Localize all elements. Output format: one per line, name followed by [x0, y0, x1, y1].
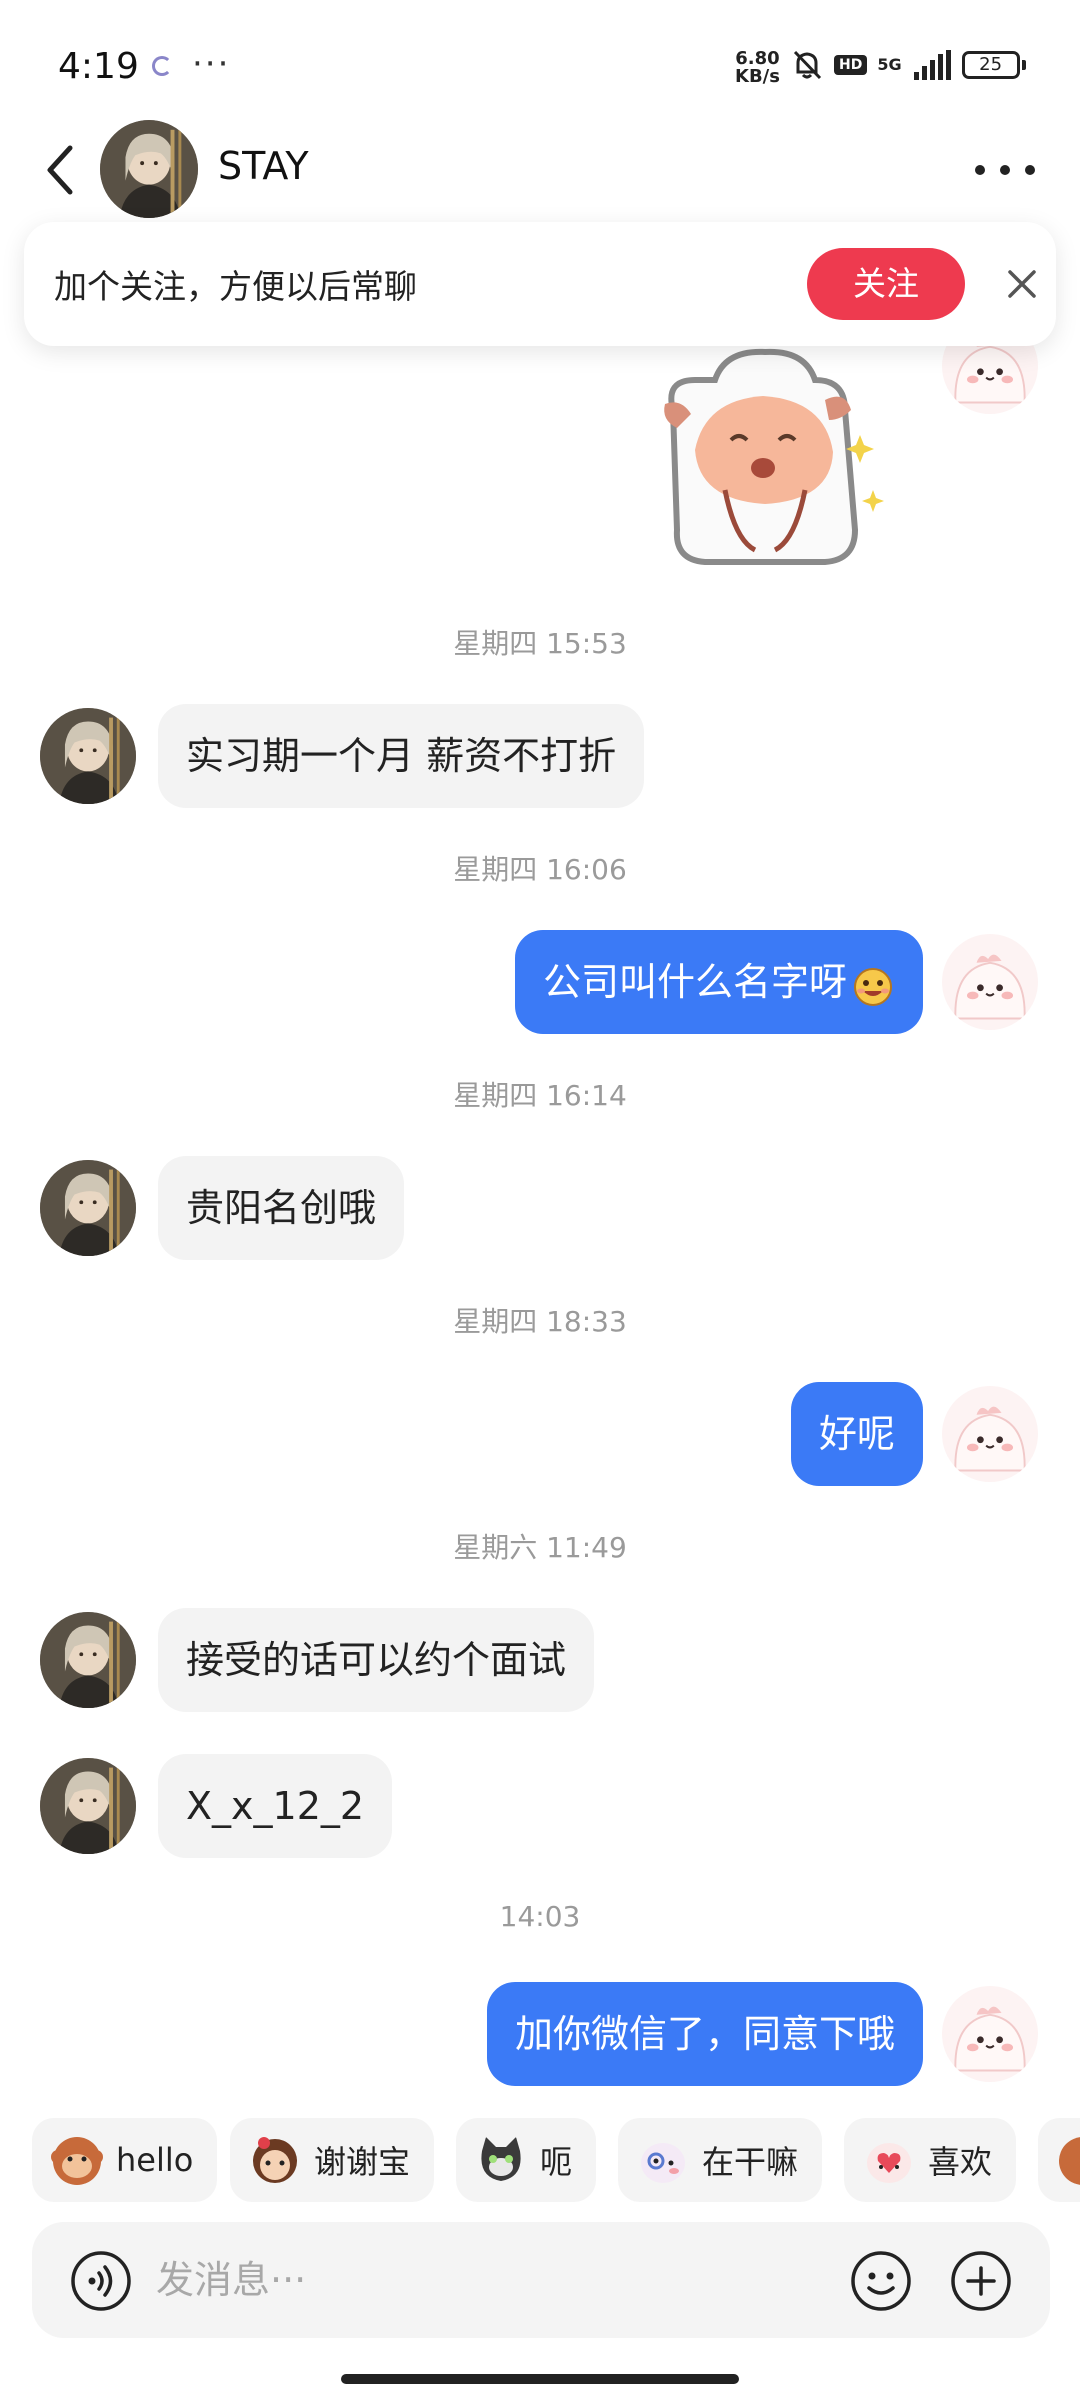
more-dot	[975, 165, 985, 175]
timestamp: 星期四 16:06	[453, 853, 627, 886]
follow-button[interactable]: 关注	[807, 248, 965, 320]
quick-reply-chip[interactable]: 在干嘛	[618, 2118, 823, 2202]
signal-icon	[913, 50, 951, 80]
monkey-sticker-icon	[51, 2137, 103, 2185]
sticker-message[interactable]	[655, 340, 905, 570]
peek-sticker-icon	[641, 2143, 685, 2183]
quick-reply-chip[interactable]: 呃	[456, 2118, 597, 2202]
battery-icon: 25	[961, 51, 1026, 79]
timestamp: 星期六 11:49	[453, 1531, 627, 1564]
outgoing-message[interactable]: 公司叫什么名字呀	[514, 930, 923, 1034]
more-notifications-icon: ···	[192, 44, 231, 84]
my-avatar[interactable]	[942, 1986, 1038, 2082]
contact-avatar[interactable]	[40, 1758, 136, 1854]
incoming-message[interactable]: 实习期一个月 薪资不打折	[158, 704, 645, 808]
incoming-message[interactable]: 接受的话可以约个面试	[158, 1608, 595, 1712]
voice-icon[interactable]	[70, 2250, 132, 2312]
message-input-bar	[32, 2222, 1050, 2338]
timestamp: 星期四 15:53	[453, 627, 627, 660]
chat-header: STAY	[0, 120, 1080, 220]
my-avatar[interactable]	[942, 934, 1038, 1030]
quick-reply-label: 谢谢宝	[314, 2143, 411, 2181]
quick-reply-chip[interactable]	[1038, 2118, 1080, 2202]
quick-reply-label: 在干嘛	[702, 2143, 799, 2181]
contact-avatar[interactable]	[40, 1612, 136, 1708]
status-icons: HD 5G 25	[790, 48, 1026, 82]
quick-reply-chip[interactable]: 喜欢	[844, 2118, 1017, 2202]
outgoing-message[interactable]: 好呢	[790, 1382, 923, 1486]
grin-emoji-icon	[854, 967, 892, 1006]
back-arrow-icon[interactable]	[40, 140, 80, 200]
message-input[interactable]	[156, 2250, 756, 2310]
hd-badge: HD	[834, 55, 868, 75]
message-text: 公司叫什么名字呀	[542, 960, 847, 1004]
timestamp: 14:03	[499, 1900, 581, 1933]
more-dot	[1025, 165, 1035, 175]
plus-icon[interactable]	[950, 2250, 1012, 2312]
more-dot	[1000, 165, 1010, 175]
bell-muted-icon	[793, 50, 822, 80]
network-type: 5G	[877, 55, 902, 74]
quick-reply-label: hello	[116, 2141, 194, 2179]
status-bar: 4:19 ··· 6.80 KB/s HD 5G 25	[0, 0, 1080, 130]
contact-avatar[interactable]	[40, 1160, 136, 1256]
incoming-message[interactable]: X_x_12_2	[158, 1754, 393, 1858]
net-speed: 6.80 KB/s	[735, 50, 780, 86]
battery-tip	[1021, 60, 1026, 70]
contact-name[interactable]: STAY	[218, 144, 309, 188]
emoji-icon[interactable]	[850, 2250, 912, 2312]
contact-avatar[interactable]	[100, 120, 198, 218]
my-avatar[interactable]	[942, 1386, 1038, 1482]
contact-avatar[interactable]	[40, 708, 136, 804]
battery-level: 25	[961, 51, 1020, 79]
home-indicator[interactable]	[341, 2374, 739, 2384]
follow-prompt: 加个关注，方便以后常聊	[54, 267, 417, 306]
girl-sticker-icon	[253, 2137, 297, 2183]
quick-reply-chip[interactable]: 谢谢宝	[230, 2118, 435, 2202]
moon-icon	[152, 56, 172, 76]
timestamp: 星期四 16:14	[453, 1079, 627, 1112]
net-speed-unit: KB/s	[735, 66, 780, 87]
cat-sticker-icon	[481, 2137, 521, 2181]
quick-reply-chip[interactable]: hello	[32, 2118, 218, 2202]
close-icon[interactable]	[1000, 262, 1044, 306]
status-time: 4:19	[58, 46, 139, 87]
quick-reply-label: 喜欢	[928, 2143, 993, 2181]
follow-banner: 加个关注，方便以后常聊 关注	[24, 222, 1056, 346]
heart-sticker-icon	[867, 2143, 911, 2183]
quick-reply-bar: hello 谢谢宝 呃 在干嘛 喜欢	[32, 2118, 1080, 2202]
quick-reply-label: 呃	[540, 2143, 573, 2181]
sticker-icon	[1059, 2137, 1080, 2185]
more-icon[interactable]	[975, 150, 1035, 190]
outgoing-message[interactable]: 加你微信了，同意下哦	[486, 1982, 923, 2086]
incoming-message[interactable]: 贵阳名创哦	[158, 1156, 405, 1260]
timestamp: 星期四 18:33	[453, 1305, 627, 1338]
